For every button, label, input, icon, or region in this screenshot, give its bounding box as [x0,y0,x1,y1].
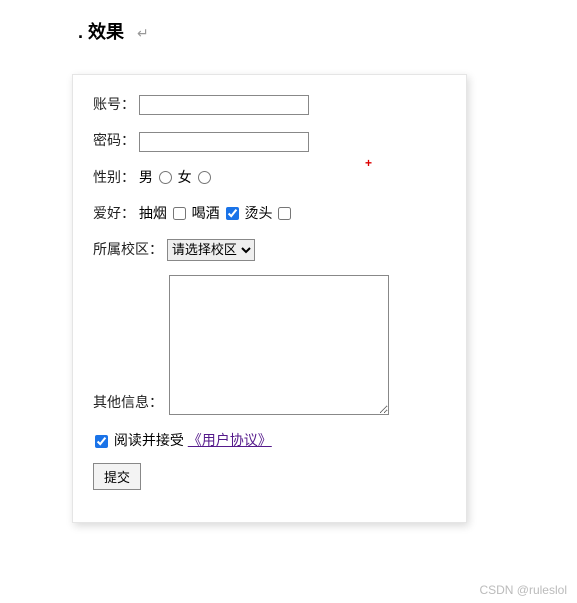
gender-female-radio[interactable] [198,171,211,184]
submit-row: 提交 [93,463,446,490]
other-row: 其他信息： [93,275,446,415]
account-label: 账号： [93,93,135,115]
hobby-smoke-label: 抽烟 [139,205,167,221]
return-symbol: ↵ [137,25,149,41]
hobby-row: 爱好： 抽烟 喝酒 烫头 [93,202,446,224]
gender-male-label: 男 [139,169,153,185]
hobby-smoke-checkbox[interactable] [173,207,186,220]
account-row: 账号： [93,93,446,115]
agree-prefix: 阅读并接受 [114,432,184,448]
hobby-drink-checkbox[interactable] [226,207,239,220]
campus-select[interactable]: 请选择校区 [167,239,255,261]
section-heading: . 效果 ↵ [0,0,577,44]
form-card: 账号： 密码： 性别： 男 女 爱好： 抽烟 喝酒 烫头 所属校区： 请选择校区… [72,74,467,523]
agree-row: 阅读并接受 《用户协议》 [93,429,446,451]
hobby-perm-checkbox[interactable] [278,207,291,220]
hobby-label: 爱好： [93,202,135,224]
password-label: 密码： [93,129,135,151]
watermark: CSDN @ruleslol [479,583,567,597]
gender-label: 性别： [93,166,135,188]
password-input[interactable] [139,132,309,152]
submit-button[interactable]: 提交 [93,463,141,490]
password-row: 密码： [93,129,446,151]
gender-female-label: 女 [178,169,192,185]
other-label: 其他信息： [93,391,163,415]
hobby-perm-label: 烫头 [244,205,272,221]
account-input[interactable] [139,95,309,115]
agree-checkbox[interactable] [95,435,108,448]
campus-label: 所属校区： [93,238,163,260]
gender-male-radio[interactable] [159,171,172,184]
heading-text: . 效果 [78,22,124,42]
other-textarea[interactable] [169,275,389,415]
hobby-drink-label: 喝酒 [192,205,220,221]
gender-row: 性别： 男 女 [93,166,446,188]
agreement-link[interactable]: 《用户协议》 [188,432,272,448]
campus-row: 所属校区： 请选择校区 [93,238,446,261]
